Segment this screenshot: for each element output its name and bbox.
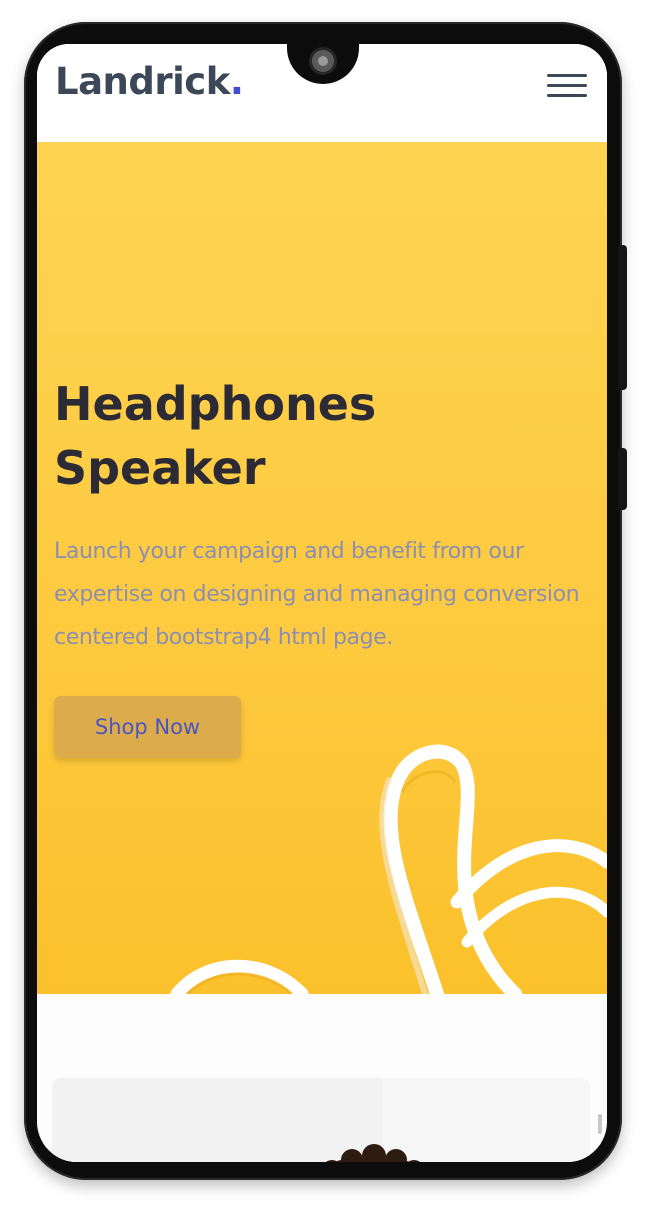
- hamburger-menu-icon[interactable]: [547, 72, 589, 100]
- hero-title-line-2: Speaker: [54, 441, 266, 495]
- phone-screen: Landrick. Headphones Speaker Launch your…: [37, 44, 607, 1162]
- camera-icon: [312, 50, 334, 72]
- stage: Landrick. Headphones Speaker Launch your…: [0, 0, 662, 1216]
- hero-section: Headphones Speaker Launch your campaign …: [37, 142, 607, 994]
- shop-now-button[interactable]: Shop Now: [54, 696, 241, 758]
- product-card: [52, 1078, 590, 1162]
- person-photo: [52, 1078, 590, 1162]
- hero-title: Headphones Speaker: [54, 372, 554, 500]
- menu-line: [547, 74, 587, 77]
- logo[interactable]: Landrick.: [55, 60, 244, 103]
- menu-line: [547, 84, 587, 87]
- phone-volume-button: [618, 245, 627, 390]
- scrollbar-thumb[interactable]: [598, 1114, 602, 1134]
- logo-dot: .: [229, 60, 244, 103]
- menu-line: [547, 94, 587, 97]
- phone-power-button: [618, 448, 627, 510]
- logo-text: Landrick: [55, 60, 230, 103]
- hero-title-line-1: Headphones: [54, 377, 377, 431]
- hero-description: Launch your campaign and benefit from ou…: [54, 539, 580, 650]
